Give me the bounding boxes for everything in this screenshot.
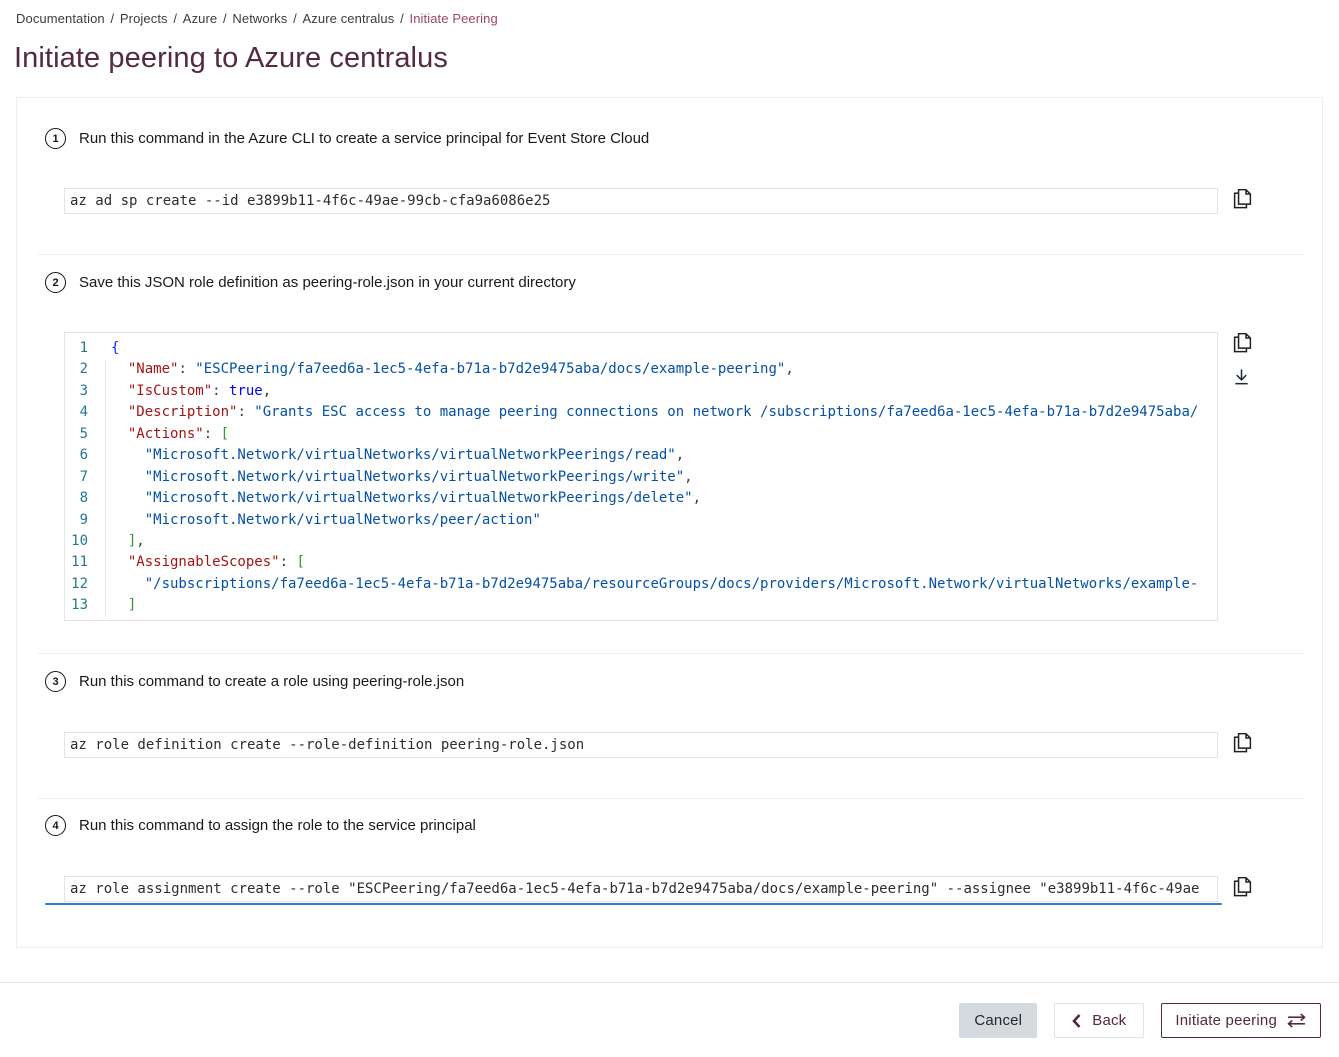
line-code: "Name": "ESCPeering/fa7eed6a-1ec5-4efa-b… (88, 359, 794, 380)
editor-line: 7 "Microsoft.Network/virtualNetworks/vir… (65, 467, 1217, 488)
download-icon (1232, 376, 1251, 391)
indent-guide (105, 360, 106, 617)
breadcrumb-link[interactable]: Documentation (16, 11, 105, 26)
line-number: 8 (65, 488, 88, 509)
step-4-command-box[interactable]: az role assignment create --role "ESCPee… (64, 876, 1218, 902)
line-number: 10 (65, 531, 88, 552)
initiate-peering-label: Initiate peering (1175, 1012, 1277, 1029)
step-2-instruction: Save this JSON role definition as peerin… (79, 272, 576, 293)
editor-line: 12 "/subscriptions/fa7eed6a-1ec5-4efa-b7… (65, 574, 1217, 595)
footer-actions: Cancel Back Initiate peering (959, 1003, 1321, 1038)
back-button[interactable]: Back (1054, 1003, 1144, 1038)
editor-line: 8 "Microsoft.Network/virtualNetworks/vir… (65, 488, 1217, 509)
copy-json-button[interactable] (1231, 330, 1254, 354)
step-4-command-text: az role assignment create --role "ESCPee… (70, 881, 1199, 897)
editor-line: 2 "Name": "ESCPeering/fa7eed6a-1ec5-4efa… (65, 359, 1217, 380)
line-code: "Description": "Grants ESC access to man… (88, 402, 1198, 423)
line-code: "Microsoft.Network/virtualNetworks/virtu… (88, 467, 693, 488)
line-code: "AssignableScopes": [ (88, 552, 305, 573)
page-title: Initiate peering to Azure centralus (14, 42, 448, 75)
editor-line: 11 "AssignableScopes": [ (65, 552, 1217, 573)
line-code: "Actions": [ (88, 424, 229, 445)
line-number: 12 (65, 574, 88, 595)
line-number: 4 (65, 402, 88, 423)
step-3-number: 3 (45, 671, 66, 692)
download-json-button[interactable] (1231, 366, 1252, 389)
footer-divider (0, 982, 1339, 983)
line-number: 2 (65, 359, 88, 380)
line-number: 5 (65, 424, 88, 445)
line-code: "Microsoft.Network/virtualNetworks/virtu… (88, 445, 684, 466)
breadcrumb-link[interactable]: Azure centralus (303, 11, 395, 26)
line-number: 6 (65, 445, 88, 466)
section-divider (37, 653, 1304, 654)
initiate-peering-page: Documentation / Projects / Azure / Netwo… (0, 0, 1339, 1057)
line-number: 7 (65, 467, 88, 488)
swap-arrows-icon (1286, 1013, 1307, 1028)
step-3-instruction: Run this command to create a role using … (79, 671, 464, 692)
breadcrumb-link[interactable]: Projects (120, 11, 168, 26)
step-1-command-text: az ad sp create --id e3899b11-4f6c-49ae-… (70, 193, 550, 209)
line-code: { (88, 338, 119, 359)
breadcrumb-separator: / (170, 11, 181, 26)
line-number: 9 (65, 510, 88, 531)
editor-line: 1{ (65, 338, 1217, 359)
line-code: "/subscriptions/fa7eed6a-1ec5-4efa-b71a-… (88, 574, 1198, 595)
editor-line: 9 "Microsoft.Network/virtualNetworks/pee… (65, 510, 1217, 531)
line-code: "IsCustom": true, (88, 381, 271, 402)
copy-command-1-button[interactable] (1231, 186, 1254, 210)
line-code: } (88, 617, 119, 621)
chevron-left-icon (1072, 1014, 1081, 1028)
section-divider (37, 254, 1304, 255)
line-code: "Microsoft.Network/virtualNetworks/peer/… (88, 510, 541, 531)
line-code: "Microsoft.Network/virtualNetworks/virtu… (88, 488, 701, 509)
wizard-card: 1 Run this command in the Azure CLI to c… (16, 97, 1323, 948)
line-number: 13 (65, 595, 88, 616)
line-code: ] (88, 595, 136, 616)
editor-line: 10 ], (65, 531, 1217, 552)
breadcrumb-current: Initiate Peering (410, 11, 498, 26)
line-number: 1 (65, 338, 88, 359)
json-editor-lines: 1{2 "Name": "ESCPeering/fa7eed6a-1ec5-4e… (65, 333, 1217, 621)
breadcrumb: Documentation / Projects / Azure / Netwo… (16, 11, 498, 26)
editor-line: 4 "Description": "Grants ESC access to m… (65, 402, 1217, 423)
breadcrumb-separator: / (289, 11, 300, 26)
step-3-command-box[interactable]: az role definition create --role-definit… (64, 732, 1218, 758)
copy-icon (1232, 741, 1253, 756)
line-number: 14 (65, 617, 88, 621)
editor-line: 5 "Actions": [ (65, 424, 1217, 445)
editor-line: 3 "IsCustom": true, (65, 381, 1217, 402)
breadcrumb-separator: / (219, 11, 230, 26)
cancel-button[interactable]: Cancel (959, 1003, 1037, 1038)
horizontal-scrollbar[interactable] (45, 903, 1222, 905)
copy-command-3-button[interactable] (1231, 730, 1254, 754)
section-divider (37, 798, 1304, 799)
editor-line: 6 "Microsoft.Network/virtualNetworks/vir… (65, 445, 1217, 466)
step-2-number: 2 (45, 272, 66, 293)
breadcrumb-link[interactable]: Networks (232, 11, 287, 26)
editor-line: 14} (65, 617, 1217, 621)
initiate-peering-button[interactable]: Initiate peering (1161, 1003, 1321, 1038)
copy-icon (1232, 885, 1253, 900)
copy-icon (1232, 341, 1253, 356)
step-3-command-text: az role definition create --role-definit… (70, 737, 584, 753)
back-button-label: Back (1092, 1012, 1126, 1029)
breadcrumb-separator: / (396, 11, 407, 26)
step-4-instruction: Run this command to assign the role to t… (79, 815, 476, 836)
step-1-instruction: Run this command in the Azure CLI to cre… (79, 128, 649, 149)
copy-command-4-button[interactable] (1231, 874, 1254, 898)
line-number: 11 (65, 552, 88, 573)
copy-icon (1232, 197, 1253, 212)
breadcrumb-separator: / (107, 11, 118, 26)
step-1-number: 1 (45, 128, 66, 149)
step-1-command-box[interactable]: az ad sp create --id e3899b11-4f6c-49ae-… (64, 188, 1218, 214)
step-4-number: 4 (45, 815, 66, 836)
breadcrumb-link[interactable]: Azure (183, 11, 217, 26)
editor-line: 13 ] (65, 595, 1217, 616)
json-editor[interactable]: 1{2 "Name": "ESCPeering/fa7eed6a-1ec5-4e… (64, 332, 1218, 621)
line-code: ], (88, 531, 145, 552)
line-number: 3 (65, 381, 88, 402)
